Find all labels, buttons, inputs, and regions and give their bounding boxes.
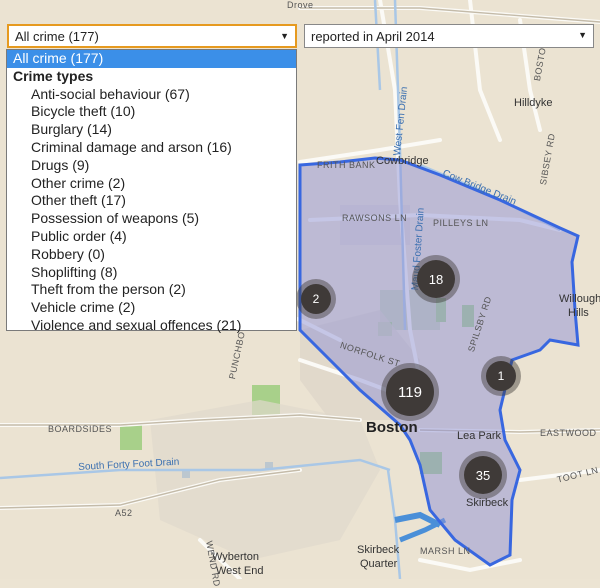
chevron-down-icon: ▼ (280, 31, 289, 41)
dropdown-option[interactable]: Theft from the person (2) (7, 281, 296, 299)
crime-cluster-marker[interactable]: 18 (417, 260, 455, 298)
dropdown-option[interactable]: Other theft (17) (7, 192, 296, 210)
map-label-frith-bank: FRITH BANK (317, 160, 376, 170)
dropdown-option[interactable]: Robbery (0) (7, 246, 296, 264)
crime-cluster-marker[interactable]: 35 (464, 456, 502, 494)
dropdown-option[interactable]: Anti-social behaviour (67) (7, 86, 296, 104)
dropdown-group-crime-types: Crime types (13, 67, 94, 84)
dropdown-option[interactable]: Violence and sexual offences (21) (7, 317, 296, 335)
crime-type-select[interactable]: All crime (177) ▼ (7, 24, 297, 48)
map-label-a52: A52 (115, 508, 133, 518)
map-label-hilldyke: Hilldyke (514, 97, 553, 109)
map-label-willoughby: Willoughby (559, 293, 600, 305)
map-label-eastwood-rd: EASTWOOD RD (540, 428, 600, 438)
dropdown-option[interactable]: Drugs (9) (7, 157, 296, 175)
dropdown-option[interactable]: Possession of weapons (5) (7, 210, 296, 228)
period-select-value: reported in April 2014 (311, 28, 435, 44)
chevron-down-icon: ▼ (578, 30, 587, 40)
dropdown-option[interactable]: Criminal damage and arson (16) (7, 139, 296, 157)
crime-cluster-marker[interactable]: 119 (386, 368, 434, 416)
period-select[interactable]: reported in April 2014 ▼ (304, 24, 594, 48)
crime-type-select-value: All crime (177) (15, 28, 99, 44)
map-label-pilleys-ln: PILLEYS LN (433, 218, 489, 228)
dropdown-option[interactable]: Bicycle theft (10) (7, 103, 296, 121)
map-label-boston: Boston (366, 419, 418, 436)
dropdown-option[interactable]: Public order (4) (7, 228, 296, 246)
crime-type-dropdown-list: All crime (177) Crime types Anti-social … (6, 49, 297, 333)
map-label-skirbeck-quarter: Skirbeck (357, 544, 400, 556)
crime-cluster-marker[interactable]: 1 (486, 361, 516, 391)
map-label-lea-park: Lea Park (457, 430, 502, 442)
map-label-skirbeck: Skirbeck (466, 497, 509, 509)
map-label-rawsons-ln: RAWSONS LN (342, 213, 408, 223)
dropdown-option[interactable]: Burglary (14) (7, 121, 296, 139)
map-label-hills: Hills (568, 307, 589, 319)
dropdown-option[interactable]: Shoplifting (8) (7, 264, 296, 282)
dropdown-option-all-crime[interactable]: All crime (177) (7, 50, 296, 68)
map-label-quarter: Quarter (360, 558, 398, 570)
map-label-cowbridge: Cowbridge (376, 155, 429, 167)
dropdown-option[interactable]: Other crime (2) (7, 175, 296, 193)
map-label-wyberton: Wyberton (212, 551, 259, 563)
map-label-west-end: West End (216, 565, 264, 577)
dropdown-option[interactable]: Vehicle crime (2) (7, 299, 296, 317)
map-label-marsh-ln: MARSH LN (420, 546, 471, 556)
crime-cluster-marker[interactable]: 2 (301, 284, 331, 314)
map-label-drove: Drove (287, 0, 314, 10)
map-label-boardsides: BOARDSIDES (48, 424, 113, 434)
